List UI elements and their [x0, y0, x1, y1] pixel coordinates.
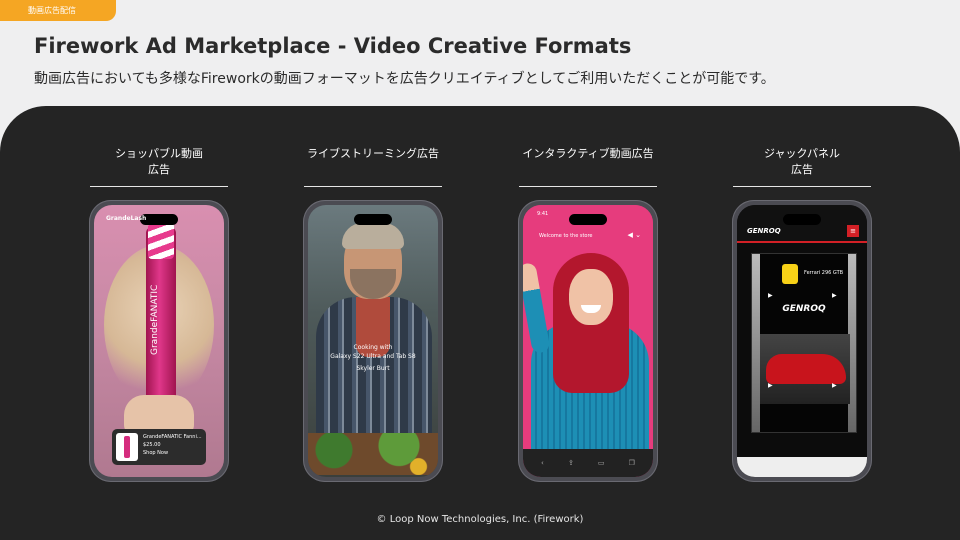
ad-side-left	[752, 254, 760, 432]
product-name: GrandeFANATIC Fanni...	[143, 434, 202, 440]
browser-toolbar: ‹ ⇪ ▭ ❐	[523, 449, 653, 477]
format-column-shoppable: ショッパブル動画 広告	[89, 146, 229, 187]
dynamic-island	[354, 214, 392, 225]
store-name: GrandeLash	[106, 215, 147, 222]
shop-now-link[interactable]: Shop Now	[143, 449, 202, 457]
format-column-livestream: ライブストリーミング広告	[303, 146, 443, 187]
format-label: インタラクティブ動画広告	[522, 147, 654, 160]
ferrari-logo-icon	[782, 264, 798, 284]
jack-panel-ad[interactable]: Ferrari 296 GTB GENROQ ▶ ▶ ▶ ▶	[751, 253, 857, 433]
product-brand: GrandeFANATIC	[150, 284, 160, 355]
product-price: $25.00	[143, 442, 161, 448]
status-time: 9:41	[537, 211, 549, 217]
divider	[304, 186, 442, 187]
site-logo[interactable]: GENROQ	[747, 227, 781, 235]
phone-screen: 9:41 Welcome to the store ◀ ⌄ ‹ ⇪ ▭ ❐	[523, 205, 653, 477]
format-label: ライブストリーミング広告	[307, 147, 439, 160]
format-column-jackpanel: ジャックパネル 広告	[732, 146, 872, 187]
product-card[interactable]: GrandeFANATIC Fanni... $25.00 Shop Now	[112, 429, 206, 465]
phone-screen: GrandeLash GrandeFANATIC GrandeFANATIC F…	[94, 205, 224, 477]
dynamic-island	[569, 214, 607, 225]
mute-icon[interactable]: ◀ ⌄	[628, 231, 641, 239]
phone-screen: GENROQ ≡ Ferrari 296 GTB GENROQ ▶ ▶ ▶ ▶	[737, 205, 867, 477]
product-info: GrandeFANATIC Fanni... $25.00 Shop Now	[143, 433, 202, 461]
back-icon[interactable]: ‹	[541, 459, 544, 467]
play-icon[interactable]: ▶	[832, 292, 837, 299]
bookmark-icon[interactable]: ▭	[598, 459, 605, 467]
page-subtitle: 動画広告においても多様なFireworkの動画フォーマットを広告クリエイティブと…	[34, 71, 775, 87]
format-column-interactive: インタラクティブ動画広告	[518, 146, 658, 187]
format-label: ジャックパネル 広告	[764, 147, 840, 176]
play-icon[interactable]: ▶	[832, 382, 837, 389]
divider	[519, 186, 657, 187]
share-icon[interactable]: ⇪	[568, 459, 574, 467]
phone-mockup-interactive: 9:41 Welcome to the store ◀ ⌄ ‹ ⇪ ▭ ❐	[518, 200, 658, 482]
play-icon[interactable]: ▶	[768, 382, 773, 389]
ad-logo: GENROQ	[782, 304, 826, 314]
divider	[733, 186, 871, 187]
welcome-text: Welcome to the store	[539, 233, 593, 239]
copyright: © Loop Now Technologies, Inc. (Firework)	[376, 514, 584, 525]
dynamic-island	[783, 214, 821, 225]
product-thumbnail	[116, 433, 138, 461]
host-name: Skyler Burt	[356, 365, 390, 372]
model-arm	[523, 262, 551, 354]
host-hair	[342, 223, 404, 249]
ad-title: Ferrari 296 GTB	[804, 270, 844, 276]
car-image	[766, 354, 846, 384]
stream-caption: Cooking with Galaxy S22 Ultra and Tab S8	[330, 344, 416, 360]
phone-mockup-livestream: Cooking with Galaxy S22 Ultra and Tab S8…	[303, 200, 443, 482]
tabs-icon[interactable]: ❐	[629, 459, 635, 467]
section-tag: 動画広告配信	[0, 0, 116, 21]
food-image	[308, 433, 438, 475]
page-title: Firework Ad Marketplace - Video Creative…	[34, 34, 632, 58]
play-icon[interactable]: ▶	[768, 292, 773, 299]
model-face	[569, 269, 613, 325]
header-rule	[737, 241, 867, 243]
product-cap	[148, 219, 174, 259]
phone-mockup-jackpanel: GENROQ ≡ Ferrari 296 GTB GENROQ ▶ ▶ ▶ ▶	[732, 200, 872, 482]
banner-ad	[737, 457, 867, 477]
divider	[90, 186, 228, 187]
format-label: ショッパブル動画 広告	[115, 147, 203, 176]
phone-screen: Cooking with Galaxy S22 Ultra and Tab S8…	[308, 205, 438, 477]
phone-mockup-shoppable: GrandeLash GrandeFANATIC GrandeFANATIC F…	[89, 200, 229, 482]
menu-icon[interactable]: ≡	[847, 225, 859, 237]
